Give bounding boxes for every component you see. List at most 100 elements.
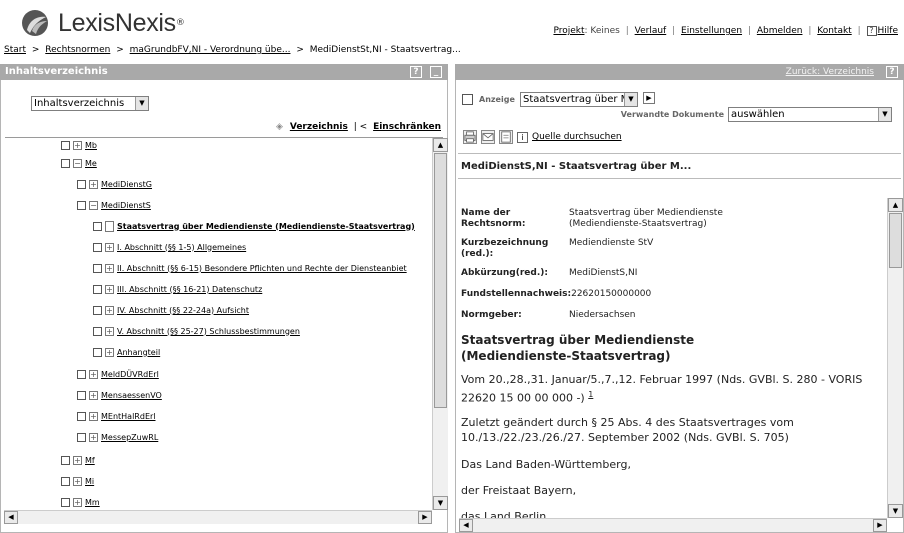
toc-item-checkbox[interactable] (93, 221, 102, 231)
toc-item-label[interactable]: MediDienstS (101, 201, 151, 210)
toc-item-label[interactable]: MEntHalRdErl (101, 412, 156, 421)
breadcrumb-verordnung[interactable]: maGrundbFV,NI - Verordnung übe... (130, 45, 291, 55)
toc-item-checkbox[interactable] (93, 347, 102, 357)
hilfe-link[interactable]: Hilfe (878, 26, 898, 36)
toc-tree-item[interactable]: + MediDienstG (77, 177, 152, 191)
toc-tree-item[interactable]: + MEntHalRdErl (77, 409, 156, 423)
collapse-icon[interactable]: − (73, 158, 82, 168)
toc-tree-item[interactable]: + Mm (61, 495, 100, 509)
toc-item-label[interactable]: V. Abschnitt (§§ 25-27) Schlussbestimmun… (117, 327, 300, 336)
toc-item-checkbox[interactable] (93, 284, 102, 294)
expand-icon[interactable]: + (89, 432, 98, 442)
document-scroll-thumb[interactable] (889, 213, 902, 268)
toc-item-checkbox[interactable] (77, 200, 86, 210)
toc-item-checkbox[interactable] (61, 140, 70, 150)
download-icon[interactable] (499, 130, 513, 144)
scroll-up-icon[interactable]: ▲ (433, 138, 448, 152)
document-vertical-scrollbar[interactable]: ▲ ▼ (887, 198, 903, 518)
toc-item-label[interactable]: Mi (85, 477, 94, 486)
toc-tree-item[interactable]: + II. Abschnitt (§§ 6-15) Besondere Pflic… (93, 261, 407, 275)
toc-item-checkbox[interactable] (61, 476, 70, 486)
toc-item-checkbox[interactable] (93, 305, 102, 315)
expand-icon[interactable]: + (73, 497, 82, 507)
toc-tree-item[interactable]: − MediDienstS (77, 198, 151, 212)
expand-icon[interactable]: + (105, 305, 114, 315)
toc-item-label[interactable]: I. Abschnitt (§§ 1-5) Allgemeines (117, 243, 246, 252)
toc-item-checkbox[interactable] (77, 179, 86, 189)
toc-item-checkbox[interactable] (61, 455, 70, 465)
kontakt-link[interactable]: Kontakt (817, 26, 851, 36)
abmelden-link[interactable]: Abmelden (757, 26, 803, 36)
anzeige-checkbox[interactable] (462, 94, 473, 105)
toc-tree-item[interactable]: + I. Abschnitt (§§ 1-5) Allgemeines (93, 240, 246, 254)
toc-item-label[interactable]: Staatsvertrag über Mediendienste (Medien… (117, 222, 415, 231)
zurueck-verzeichnis-link[interactable]: Zurück: Verzeichnis (786, 64, 874, 80)
expand-icon[interactable]: + (105, 242, 114, 252)
toc-help-button[interactable]: ? (410, 66, 422, 78)
toc-item-checkbox[interactable] (77, 432, 86, 442)
verzeichnis-link[interactable]: Verzeichnis (290, 122, 348, 132)
toc-tree-item[interactable]: + Anhangteil (93, 345, 160, 359)
expand-icon[interactable]: + (73, 455, 82, 465)
toc-view-select[interactable]: Inhaltsverzeichnis ▼ (31, 96, 149, 111)
document-horizontal-scrollbar[interactable]: ◀ ▶ (459, 518, 887, 532)
toc-item-label[interactable]: MessepZuwRL (101, 433, 158, 442)
toc-item-label[interactable]: MensaessenVO (101, 391, 162, 400)
toc-tree-item[interactable]: + MessepZuwRL (77, 430, 158, 444)
toc-scroll-thumb[interactable] (434, 153, 447, 408)
toc-item-label[interactable]: Anhangteil (117, 348, 160, 357)
toc-tree-item[interactable]: + V. Abschnitt (§§ 25-27) Schlussbestimmu… (93, 324, 300, 338)
expand-icon[interactable]: + (89, 411, 98, 421)
toc-item-label[interactable]: Mm (85, 498, 100, 507)
breadcrumb-start[interactable]: Start (4, 45, 26, 55)
toc-item-checkbox[interactable] (77, 390, 86, 400)
collapse-icon[interactable]: − (89, 200, 98, 210)
toc-item-checkbox[interactable] (77, 369, 86, 379)
verwandte-dokumente-select[interactable]: auswählen ▼ (728, 107, 892, 122)
toc-item-checkbox[interactable] (93, 263, 102, 273)
toc-item-label[interactable]: II. Abschnitt (§§ 6-15) Besondere Pflich… (117, 264, 407, 273)
anzeige-go-button[interactable]: ▶ (643, 92, 655, 104)
quelle-durchsuchen-link[interactable]: Quelle durchsuchen (532, 132, 622, 142)
scroll-left-icon[interactable]: ◀ (459, 519, 473, 532)
expand-icon[interactable]: + (73, 476, 82, 486)
verlauf-link[interactable]: Verlauf (635, 26, 667, 36)
toc-tree-item[interactable]: + Mf (61, 453, 95, 467)
toc-tree-item[interactable]: + III. Abschnitt (§§ 16-21) Datenschutz (93, 282, 262, 296)
expand-icon[interactable]: + (105, 347, 114, 357)
toc-vertical-scrollbar[interactable]: ▲ ▼ (432, 138, 448, 510)
toc-minimize-button[interactable]: _ (430, 66, 442, 78)
toc-tree-item[interactable]: + MeldDÜVRdErl (77, 367, 159, 381)
toc-tree-item[interactable]: − Me (61, 156, 97, 170)
email-icon[interactable] (481, 130, 495, 144)
toc-item-label[interactable]: Mb (85, 141, 97, 150)
toc-tree-item[interactable]: + Mb (61, 138, 97, 152)
expand-icon[interactable]: + (89, 369, 98, 379)
breadcrumb-rechtsnormen[interactable]: Rechtsnormen (45, 45, 110, 55)
toc-tree-item[interactable]: + MensaessenVO (77, 388, 162, 402)
toc-tree-item[interactable]: + IV. Abschnitt (§§ 22-24a) Aufsicht (93, 303, 249, 317)
info-icon[interactable]: i (517, 131, 528, 143)
expand-icon[interactable]: + (105, 284, 114, 294)
toc-item-label[interactable]: Me (85, 159, 97, 168)
toc-item-label[interactable]: IV. Abschnitt (§§ 22-24a) Aufsicht (117, 306, 249, 315)
toc-item-checkbox[interactable] (61, 497, 70, 507)
toc-item-checkbox[interactable] (93, 242, 102, 252)
scroll-down-icon[interactable]: ▼ (888, 504, 903, 518)
expand-icon[interactable]: + (89, 179, 98, 189)
help-icon[interactable]: ? (866, 26, 877, 36)
toc-item-label[interactable]: MediDienstG (101, 180, 152, 189)
toc-item-label[interactable]: III. Abschnitt (§§ 16-21) Datenschutz (117, 285, 262, 294)
toc-tree-item[interactable]: + Mi (61, 474, 94, 488)
toc-item-label[interactable]: Mf (85, 456, 95, 465)
expand-icon[interactable]: + (89, 390, 98, 400)
toc-item-checkbox[interactable] (77, 411, 86, 421)
anzeige-select[interactable]: Staatsvertrag über Med... ▼ (520, 92, 638, 107)
toc-tree-item[interactable]: Staatsvertrag über Mediendienste (Medien… (93, 219, 415, 233)
einstellungen-link[interactable]: Einstellungen (681, 26, 742, 36)
projekt-link[interactable]: Projekt (553, 26, 584, 36)
scroll-right-icon[interactable]: ▶ (873, 519, 887, 532)
print-icon[interactable] (463, 130, 477, 144)
scroll-down-icon[interactable]: ▼ (433, 496, 448, 510)
scroll-up-icon[interactable]: ▲ (888, 198, 903, 212)
